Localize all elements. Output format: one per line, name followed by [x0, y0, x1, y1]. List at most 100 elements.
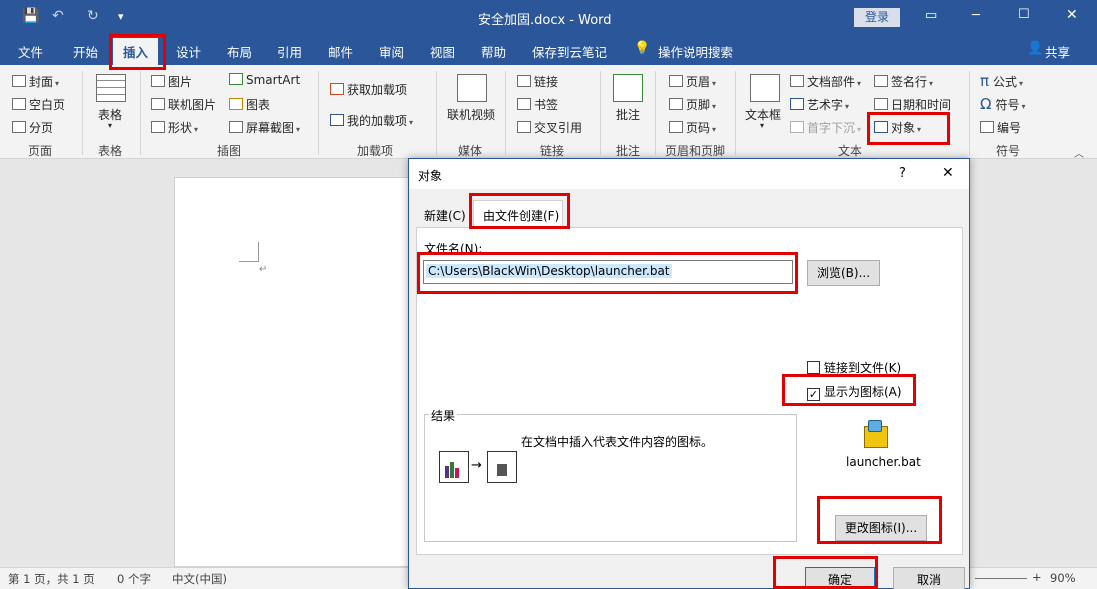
group-label-pages: 页面 [28, 144, 53, 158]
tab-save-cloud-note[interactable]: 保存到云笔记 [532, 42, 607, 61]
change-icon-button[interactable]: 更改图标(I)... [835, 515, 927, 541]
undo-icon[interactable]: ↶ [52, 8, 64, 24]
date-time-button[interactable]: 日期和时间 [874, 96, 951, 113]
filename-input[interactable]: C:\Users\BlackWin\Desktop\launcher.bat [423, 260, 793, 284]
tab-create-new[interactable]: 新建(C) [424, 207, 466, 224]
zoom-in-icon[interactable]: + [1032, 570, 1042, 584]
tab-insert[interactable]: 插入 [113, 38, 159, 65]
shapes-button[interactable]: 形状 ▾ [151, 119, 198, 136]
pi-icon: π [980, 72, 990, 90]
login-button[interactable]: 登录 [854, 8, 900, 27]
cross-reference-button[interactable]: 交叉引用 [517, 119, 582, 136]
document-page[interactable]: ↵ [174, 177, 414, 567]
word-count[interactable]: 0 个字 [117, 571, 151, 587]
group-separator [969, 71, 970, 155]
maximize-icon[interactable]: ☐ [1018, 7, 1030, 22]
customize-qat-icon[interactable]: ▾ [118, 10, 124, 23]
wordart-button[interactable]: 艺术字 ▾ [790, 96, 849, 113]
chart-icon [229, 98, 243, 110]
lightbulb-icon: 💡 [634, 41, 651, 56]
link-button[interactable]: 链接 [517, 73, 558, 90]
chart-button[interactable]: 图表 [229, 96, 270, 113]
number-icon [980, 121, 994, 133]
display-as-icon-checkbox[interactable]: ✓ 显示为图标(A) [807, 383, 902, 401]
get-addins-button[interactable]: 获取加载项 [330, 81, 407, 98]
browse-button[interactable]: 浏览(B)... [807, 260, 880, 286]
comment-icon [613, 74, 643, 102]
batch-file-icon [860, 418, 892, 450]
pictures-button[interactable]: 图片 [151, 73, 192, 90]
tab-mailings[interactable]: 邮件 [328, 42, 353, 61]
quick-parts-button[interactable]: 文档部件 ▾ [790, 73, 861, 90]
tab-references[interactable]: 引用 [277, 42, 302, 61]
online-pictures-icon [151, 98, 165, 110]
comment-button[interactable]: 批注 [616, 106, 640, 123]
number-button[interactable]: 编号 [980, 119, 1021, 136]
language[interactable]: 中文(中国) [172, 571, 227, 587]
group-label-links: 链接 [540, 144, 565, 158]
dialog-close-icon[interactable]: ✕ [942, 165, 954, 181]
bookmark-icon [517, 98, 531, 110]
blank-page-button[interactable]: 空白页 [12, 96, 65, 113]
result-label: 结果 [429, 407, 458, 424]
header-icon [669, 75, 683, 87]
tab-help[interactable]: 帮助 [481, 42, 506, 61]
document-file-icon [439, 451, 469, 483]
collapse-ribbon-icon[interactable]: ︿ [1074, 145, 1084, 160]
object-icon [874, 121, 888, 133]
user-icon: 👤 [1027, 41, 1044, 56]
page-number-button[interactable]: 页码 ▾ [669, 119, 716, 136]
tab-layout[interactable]: 布局 [227, 42, 252, 61]
redo-icon[interactable]: ↻ [87, 8, 99, 24]
equation-button[interactable]: π 公式 ▾ [980, 72, 1023, 90]
tab-create-from-file[interactable]: 由文件创建(F) [473, 200, 563, 228]
paragraph-mark: ↵ [259, 264, 268, 275]
tab-design[interactable]: 设计 [176, 42, 201, 61]
zoom-level[interactable]: 90% [1050, 571, 1076, 585]
icon-caption: launcher.bat [846, 455, 921, 469]
group-label-tables: 表格 [98, 144, 123, 158]
ok-button[interactable]: 确定 [805, 567, 875, 589]
bookmark-button[interactable]: 书签 [517, 96, 558, 113]
tab-home[interactable]: 开始 [73, 42, 98, 61]
omega-icon: Ω [980, 95, 992, 113]
tab-view[interactable]: 视图 [430, 42, 455, 61]
store-icon [330, 83, 344, 95]
signature-line-button[interactable]: 签名行 ▾ [874, 73, 933, 90]
screenshot-button[interactable]: 屏幕截图 ▾ [229, 119, 300, 136]
ribbon-display-options-icon[interactable]: ▭ [925, 8, 937, 23]
help-icon[interactable]: ? [899, 166, 906, 181]
tab-panel: 文件名(N): C:\Users\BlackWin\Desktop\launch… [416, 227, 963, 555]
footer-button[interactable]: 页脚 ▾ [669, 96, 716, 113]
object-file-icon [487, 451, 517, 483]
cover-page-button[interactable]: 封面 ▾ [12, 73, 59, 90]
object-button[interactable]: 对象 ▾ [874, 119, 921, 136]
drop-cap-button[interactable]: 首字下沉 ▾ [790, 119, 861, 136]
link-to-file-checkbox[interactable]: 链接到文件(K) [807, 359, 901, 376]
my-addins-button[interactable]: 我的加载项 ▾ [330, 112, 413, 129]
cancel-button[interactable]: 取消 [893, 567, 965, 589]
wordart-icon [790, 98, 804, 110]
page-count[interactable]: 第 1 页，共 1 页 [8, 571, 95, 587]
blank-page-icon [12, 98, 26, 110]
minimize-icon[interactable]: ─ [972, 8, 980, 23]
header-button[interactable]: 页眉 ▾ [669, 73, 716, 90]
online-pictures-button[interactable]: 联机图片 [151, 96, 216, 113]
page-break-button[interactable]: 分页 [12, 119, 53, 136]
tab-file[interactable]: 文件 [18, 42, 43, 61]
smartart-button[interactable]: SmartArt [229, 73, 300, 87]
symbol-button[interactable]: Ω 符号 ▾ [980, 95, 1026, 113]
title-bar: 💾 ↶ ↻ ▾ 安全加固.docx - Word 登录 ▭ ─ ☐ ✕ [0, 0, 1097, 36]
tell-me-search[interactable]: 操作说明搜索 [658, 42, 733, 61]
signature-line-icon [874, 75, 888, 87]
page-number-icon [669, 121, 683, 133]
result-description: 在文档中插入代表文件内容的图标。 [521, 435, 714, 449]
online-video-button[interactable]: 联机视频 [447, 106, 495, 123]
tab-review[interactable]: 审阅 [379, 42, 404, 61]
zoom-slider[interactable] [975, 578, 1027, 579]
share-button[interactable]: 共享 [1045, 42, 1070, 61]
close-icon[interactable]: ✕ [1066, 7, 1078, 23]
margin-corner-mark [239, 242, 259, 262]
group-label-comments: 批注 [616, 144, 641, 158]
save-icon[interactable]: 💾 [22, 8, 39, 24]
